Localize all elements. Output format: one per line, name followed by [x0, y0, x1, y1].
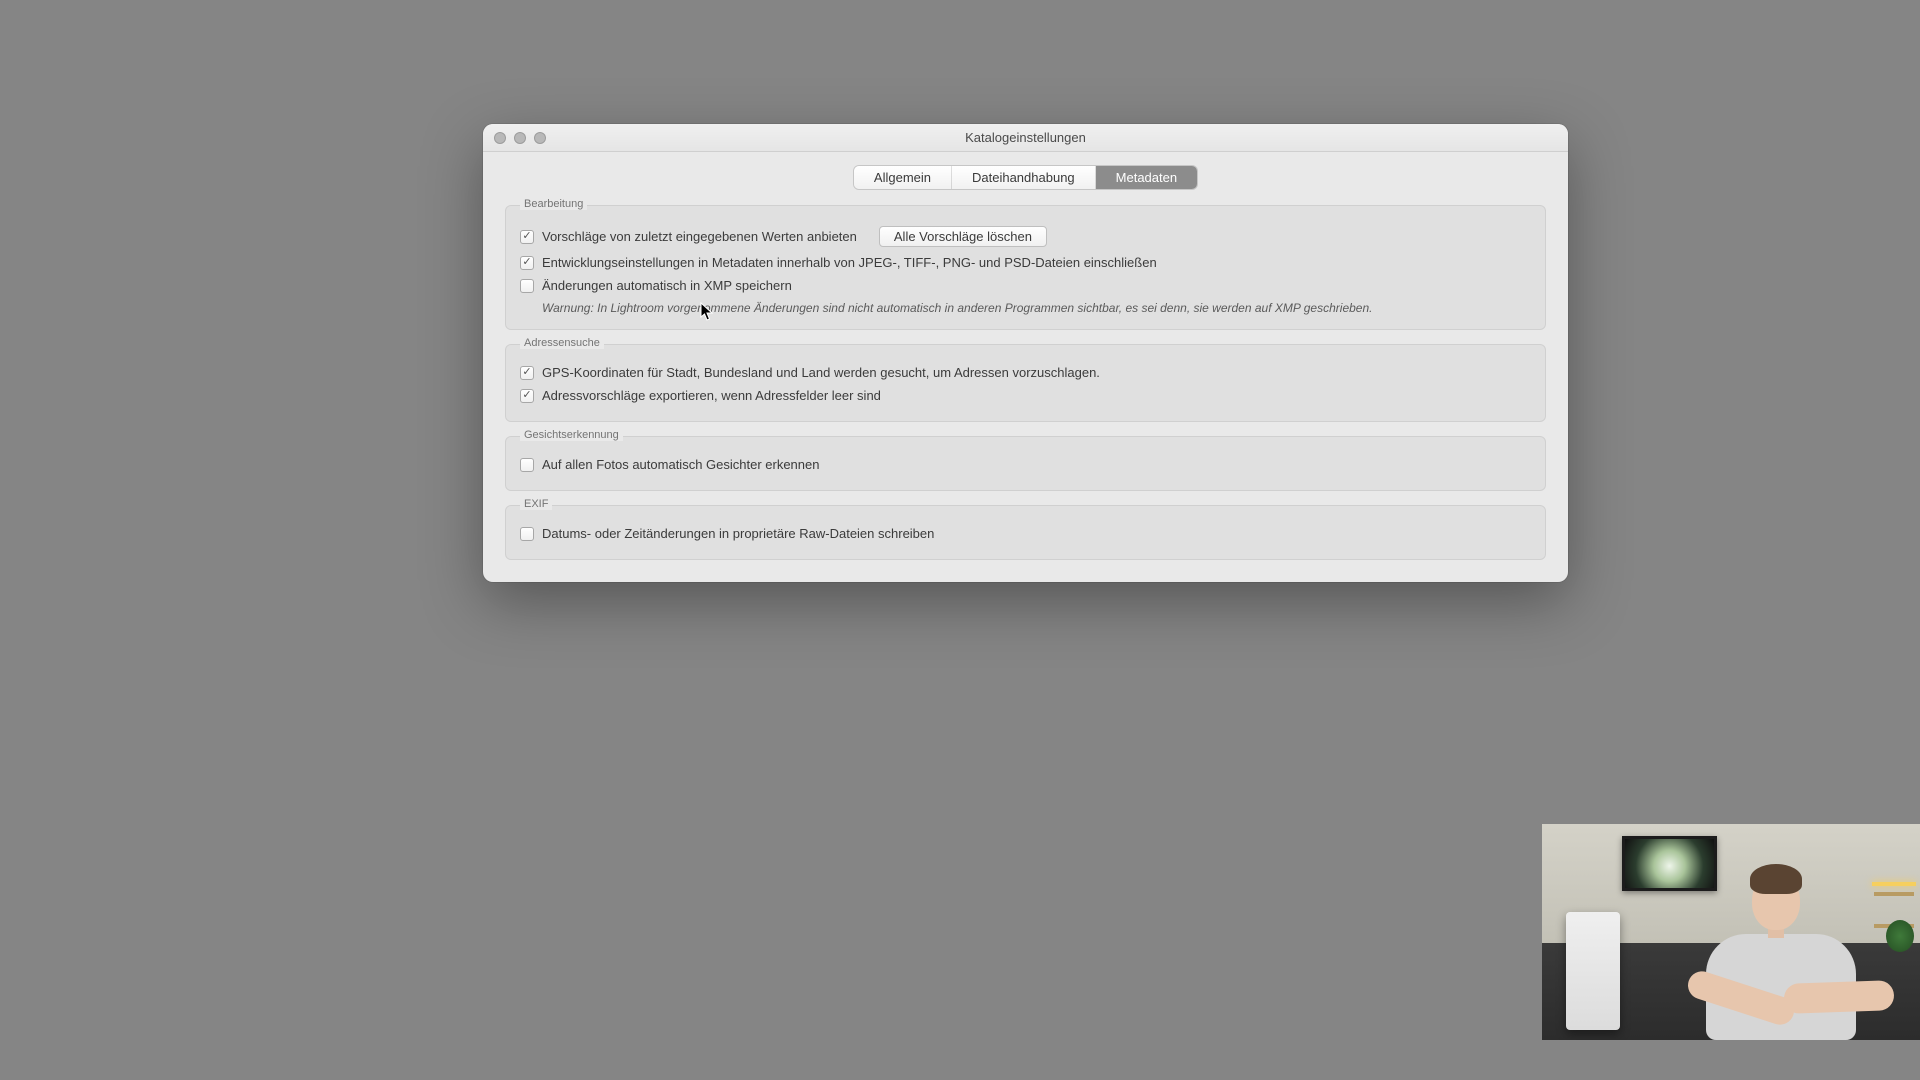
row-suggestions: Vorschläge von zuletzt eingegebenen Wert…: [520, 222, 1531, 251]
close-icon[interactable]: [494, 132, 506, 144]
tab-file-handling[interactable]: Dateihandhabung: [952, 166, 1096, 189]
label-suggestions: Vorschläge von zuletzt eingegebenen Wert…: [542, 229, 857, 244]
clear-suggestions-button[interactable]: Alle Vorschläge löschen: [879, 226, 1047, 247]
group-face-label: Gesichtserkennung: [520, 429, 623, 441]
label-dev-settings: Entwicklungseinstellungen in Metadaten i…: [542, 255, 1157, 270]
wall-shelf: [1874, 892, 1914, 896]
group-exif-label: EXIF: [520, 498, 552, 510]
presenter-hair: [1750, 864, 1802, 894]
group-address: Adressensuche GPS-Koordinaten für Stadt,…: [505, 344, 1546, 422]
row-dev-settings: Entwicklungseinstellungen in Metadaten i…: [520, 251, 1531, 274]
plant-icon: [1886, 920, 1914, 952]
label-auto-xmp: Änderungen automatisch in XMP speichern: [542, 278, 792, 293]
row-export-addresses: Adressvorschläge exportieren, wenn Adres…: [520, 384, 1531, 407]
group-editing: Bearbeitung Vorschläge von zuletzt einge…: [505, 205, 1546, 330]
row-date-raw: Datums- oder Zeitänderungen in proprietä…: [520, 522, 1531, 545]
traffic-lights: [483, 132, 546, 144]
presenter-arm-right: [1784, 980, 1895, 1014]
checkbox-suggestions[interactable]: [520, 230, 534, 244]
label-export-addresses: Adressvorschläge exportieren, wenn Adres…: [542, 388, 881, 403]
xmp-warning-text: Warnung: In Lightroom vorgenommene Änder…: [520, 297, 1531, 315]
zoom-icon[interactable]: [534, 132, 546, 144]
presenter: [1692, 864, 1872, 1040]
group-exif: EXIF Datums- oder Zeitänderungen in prop…: [505, 505, 1546, 560]
group-editing-label: Bearbeitung: [520, 198, 587, 210]
group-face: Gesichtserkennung Auf allen Fotos automa…: [505, 436, 1546, 491]
checkbox-auto-detect-faces[interactable]: [520, 458, 534, 472]
catalog-settings-dialog: Katalogeinstellungen Allgemein Dateihand…: [483, 124, 1568, 582]
label-auto-detect-faces: Auf allen Fotos automatisch Gesichter er…: [542, 457, 819, 472]
checkbox-dev-settings[interactable]: [520, 256, 534, 270]
checkbox-auto-xmp[interactable]: [520, 279, 534, 293]
label-gps: GPS-Koordinaten für Stadt, Bundesland un…: [542, 365, 1100, 380]
tab-bar: Allgemein Dateihandhabung Metadaten: [505, 166, 1546, 189]
titlebar: Katalogeinstellungen: [483, 124, 1568, 152]
webcam-overlay: [1542, 824, 1920, 1040]
group-address-label: Adressensuche: [520, 337, 604, 349]
tab-segmented-control: Allgemein Dateihandhabung Metadaten: [854, 166, 1197, 189]
row-gps: GPS-Koordinaten für Stadt, Bundesland un…: [520, 361, 1531, 384]
shelf-led-icon: [1872, 882, 1916, 886]
row-auto-detect-faces: Auf allen Fotos automatisch Gesichter er…: [520, 453, 1531, 476]
monitor-back: [1566, 912, 1620, 1030]
window-title: Katalogeinstellungen: [483, 130, 1568, 145]
checkbox-gps[interactable]: [520, 366, 534, 380]
tab-metadata[interactable]: Metadaten: [1096, 166, 1197, 189]
tab-general[interactable]: Allgemein: [854, 166, 952, 189]
minimize-icon[interactable]: [514, 132, 526, 144]
checkbox-export-addresses[interactable]: [520, 389, 534, 403]
dialog-content: Allgemein Dateihandhabung Metadaten Bear…: [483, 152, 1568, 582]
checkbox-date-raw[interactable]: [520, 527, 534, 541]
row-auto-xmp: Änderungen automatisch in XMP speichern: [520, 274, 1531, 297]
label-date-raw: Datums- oder Zeitänderungen in proprietä…: [542, 526, 934, 541]
